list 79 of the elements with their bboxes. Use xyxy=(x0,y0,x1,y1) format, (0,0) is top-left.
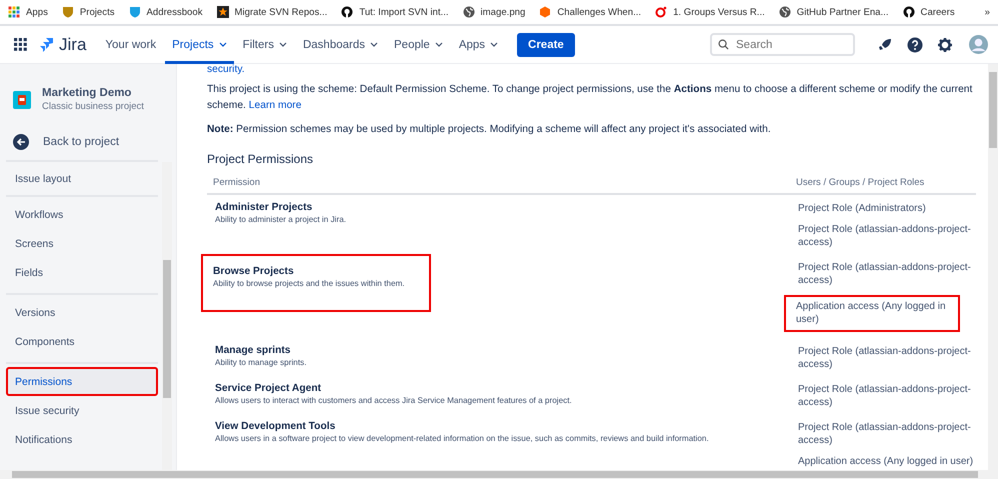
app-switcher-icon[interactable] xyxy=(14,38,27,51)
permission-description: Allows users in a software project to view development-related information on the issue, such as commits, reviews and build information. xyxy=(215,434,709,442)
sidebar-item[interactable]: Fields xyxy=(6,258,158,287)
help-icon[interactable] xyxy=(907,36,923,52)
chevron-down-icon xyxy=(278,42,287,47)
logo-icon xyxy=(39,36,55,52)
ring-icon xyxy=(655,6,668,18)
column-header: Permission xyxy=(212,177,261,188)
grantee-text: Project Role (atlassian-addons-project-access) xyxy=(797,222,972,250)
grantee-text: Project Role (atlassian-addons-project-access) xyxy=(797,344,972,372)
globe-icon xyxy=(462,6,475,18)
chevron-down-icon xyxy=(490,42,498,47)
column-header: Users / Groups / Project Roles xyxy=(796,177,926,188)
grantee-text: Application access (Any logged in user) xyxy=(784,294,960,332)
bookmark[interactable]: image.png xyxy=(462,6,526,18)
sidebar-scrollbar[interactable] xyxy=(162,162,172,470)
nav-menu-item[interactable]: People xyxy=(387,26,450,64)
chevron-down-icon xyxy=(370,42,378,47)
chevron-down-icon xyxy=(218,42,227,47)
bookmark[interactable]: GitHub Partner Ena... xyxy=(778,6,889,18)
permission-description: Ability to browse projects and the issues within them. xyxy=(213,278,406,288)
bookmark[interactable]: Projects xyxy=(62,6,115,18)
jira-logo[interactable]: Jira xyxy=(39,34,86,54)
chevron-down-icon xyxy=(434,42,443,47)
permission-name: View Development Tools xyxy=(215,420,336,432)
permission-name: Service Project Agent xyxy=(215,382,322,394)
rocket-icon[interactable] xyxy=(877,36,893,52)
shield-icon xyxy=(128,6,141,18)
learn-more-link[interactable]: Learn more xyxy=(248,100,302,111)
sidebar-item[interactable]: Permissions xyxy=(6,367,158,396)
settings-icon[interactable] xyxy=(937,36,953,52)
sidebar-item[interactable]: Notifications xyxy=(6,425,158,454)
shield-icon xyxy=(62,6,74,18)
grantee-text: Project Role (Administrators) xyxy=(797,202,927,216)
grantee-text: Project Role (atlassian-addons-project-access) xyxy=(797,260,972,288)
globe-icon xyxy=(778,6,791,18)
sidebar-item[interactable]: Versions xyxy=(6,298,158,327)
page-scrollbar[interactable] xyxy=(988,64,998,470)
bookmark[interactable]: Careers xyxy=(902,6,955,18)
grantee-text: Project Role (atlassian-addons-project-access) xyxy=(797,420,972,448)
bookmark[interactable]: Apps xyxy=(8,6,48,18)
bookmark[interactable]: Challenges When... xyxy=(539,6,642,18)
bookmark[interactable]: 1. Groups Versus R... xyxy=(655,6,765,18)
more-bookmarks-button[interactable]: » xyxy=(984,6,990,18)
permission-name: Administer Projects xyxy=(215,202,314,213)
nav-menu-item[interactable]: Filters xyxy=(236,26,294,64)
permission-name: Browse Projects xyxy=(213,266,295,276)
sidebar-item[interactable]: Components xyxy=(6,327,158,356)
project-avatar-icon xyxy=(13,90,31,108)
permission-description: Ability to administer a project in Jira. xyxy=(215,215,346,224)
sidebar-item[interactable]: Issue layout xyxy=(6,164,158,193)
sidebar-item[interactable]: Issue security xyxy=(6,396,158,425)
permission-description: Allows users to interact with customers and access Jira Service Management features of a project. xyxy=(215,396,572,404)
nav-menu-item[interactable]: Dashboards xyxy=(296,26,385,64)
nav-menu-item[interactable]: Your work xyxy=(98,26,164,64)
star-icon xyxy=(216,6,229,18)
permission-name: Manage sprints xyxy=(215,344,292,356)
nav-menu-item[interactable]: Apps xyxy=(452,26,506,64)
sidebar-item[interactable]: Workflows xyxy=(6,200,158,229)
section-heading: Project Permissions xyxy=(207,152,314,166)
bookmark[interactable]: Addressbook xyxy=(128,6,203,18)
create-button[interactable]: Create xyxy=(517,32,575,56)
security-link[interactable]: security. xyxy=(207,64,245,76)
search-icon xyxy=(718,39,729,50)
back-to-project-link[interactable]: Back to project xyxy=(13,134,176,150)
scheme-description: This project is using the scheme: Default Permission Scheme. To change project permissions, use the Actions menu to choose a different scheme or modify the current scheme. Learn more xyxy=(207,83,974,113)
apps-grid-icon xyxy=(8,6,20,18)
grantee-text: Project Role (atlassian-addons-project-access) xyxy=(797,382,972,410)
project-type: Classic business project xyxy=(42,101,144,112)
grantee-text: Application access (Any logged in user) xyxy=(797,454,974,468)
sidebar-item[interactable]: Screens xyxy=(6,229,158,258)
horizontal-scrollbar[interactable] xyxy=(0,470,998,479)
project-name: Marketing Demo xyxy=(42,87,132,99)
search-field[interactable]: Search xyxy=(710,33,855,56)
cube-icon xyxy=(539,6,552,18)
bookmark[interactable]: Migrate SVN Repos... xyxy=(216,6,328,18)
bookmark[interactable]: Tut: Import SVN int... xyxy=(341,6,449,18)
note-text: Note: Permission schemes may be used by multiple projects. Modifying a scheme will affect any project it's associated with. xyxy=(207,123,772,137)
permission-description: Ability to manage sprints. xyxy=(215,358,306,366)
